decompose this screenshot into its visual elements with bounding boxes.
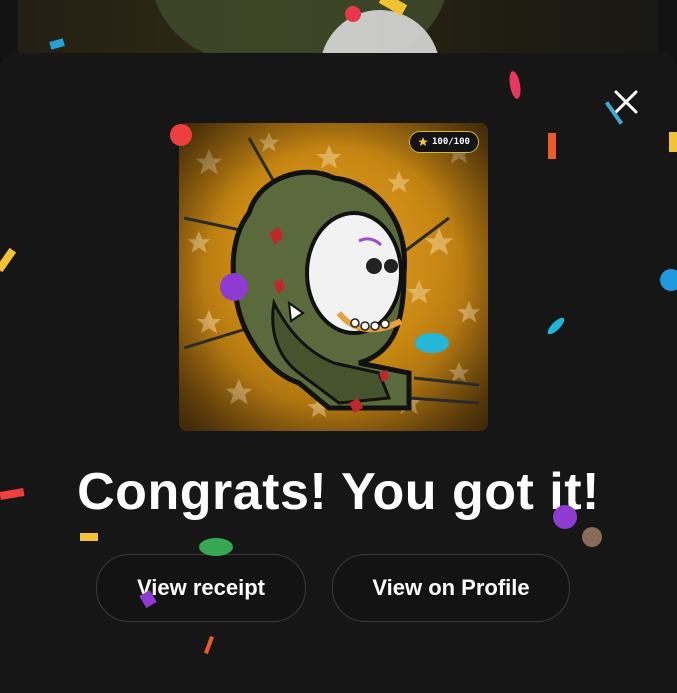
edition-badge: 100/100 bbox=[409, 131, 479, 153]
view-on-profile-button[interactable]: View on Profile bbox=[332, 554, 570, 622]
view-receipt-button[interactable]: View receipt bbox=[96, 554, 306, 622]
star-icon bbox=[418, 137, 428, 146]
nft-artwork bbox=[179, 123, 488, 431]
close-button[interactable] bbox=[604, 80, 648, 124]
nft-image: 100/100 bbox=[179, 123, 488, 431]
edition-count: 100/100 bbox=[432, 137, 470, 147]
congrats-headline: Congrats! You got it! bbox=[77, 463, 600, 521]
close-icon bbox=[614, 90, 638, 114]
background-page bbox=[0, 0, 677, 60]
